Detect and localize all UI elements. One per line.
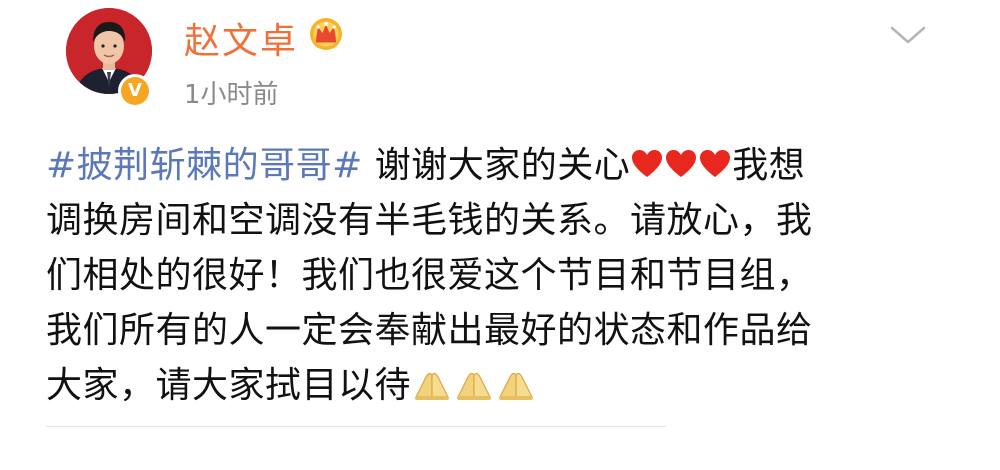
praying-hands-emoji-icon bbox=[499, 372, 534, 400]
weibo-post: V 赵文卓 1小时前 #披荆斩棘的哥哥# 谢谢大家的关心 我想 调换房间和空调没有… bbox=[0, 0, 1000, 470]
crown-badge-icon[interactable] bbox=[306, 12, 346, 52]
praying-hands-emoji-icon bbox=[415, 372, 450, 400]
content-line-3: 们相处的很好！我们也很爱这个节目和节目组， bbox=[46, 255, 813, 296]
content-text: 大家，请大家拭目以待 bbox=[46, 365, 412, 406]
post-time: 1小时前 bbox=[184, 80, 279, 110]
username[interactable]: 赵文卓 bbox=[184, 12, 298, 64]
content-line-5: 大家，请大家拭目以待 bbox=[46, 358, 946, 413]
content-text: 谢谢大家的关心 bbox=[362, 145, 631, 186]
heart-emoji-icon bbox=[666, 150, 697, 177]
heart-emoji-icon bbox=[700, 150, 731, 177]
content-line-4: 我们所有的人一定会奉献出最好的状态和作品给 bbox=[46, 310, 813, 351]
content-line-2: 调换房间和空调没有半毛钱的关系。请放心，我 bbox=[46, 200, 813, 241]
verified-badge: V bbox=[118, 74, 152, 108]
post-content: #披荆斩棘的哥哥# 谢谢大家的关心 我想 调换房间和空调没有半毛钱的关系。请放心，… bbox=[46, 138, 946, 413]
content-line-1: #披荆斩棘的哥哥# 谢谢大家的关心 我想 bbox=[46, 138, 946, 193]
verified-v-icon: V bbox=[121, 77, 149, 105]
content-text: 我想 bbox=[732, 145, 806, 186]
praying-hands-emoji-icon bbox=[457, 372, 492, 400]
chevron-down-icon[interactable] bbox=[888, 22, 928, 48]
topic-hashtag[interactable]: #披荆斩棘的哥哥# bbox=[46, 145, 363, 186]
divider bbox=[46, 426, 666, 427]
heart-emoji-icon bbox=[632, 150, 663, 177]
